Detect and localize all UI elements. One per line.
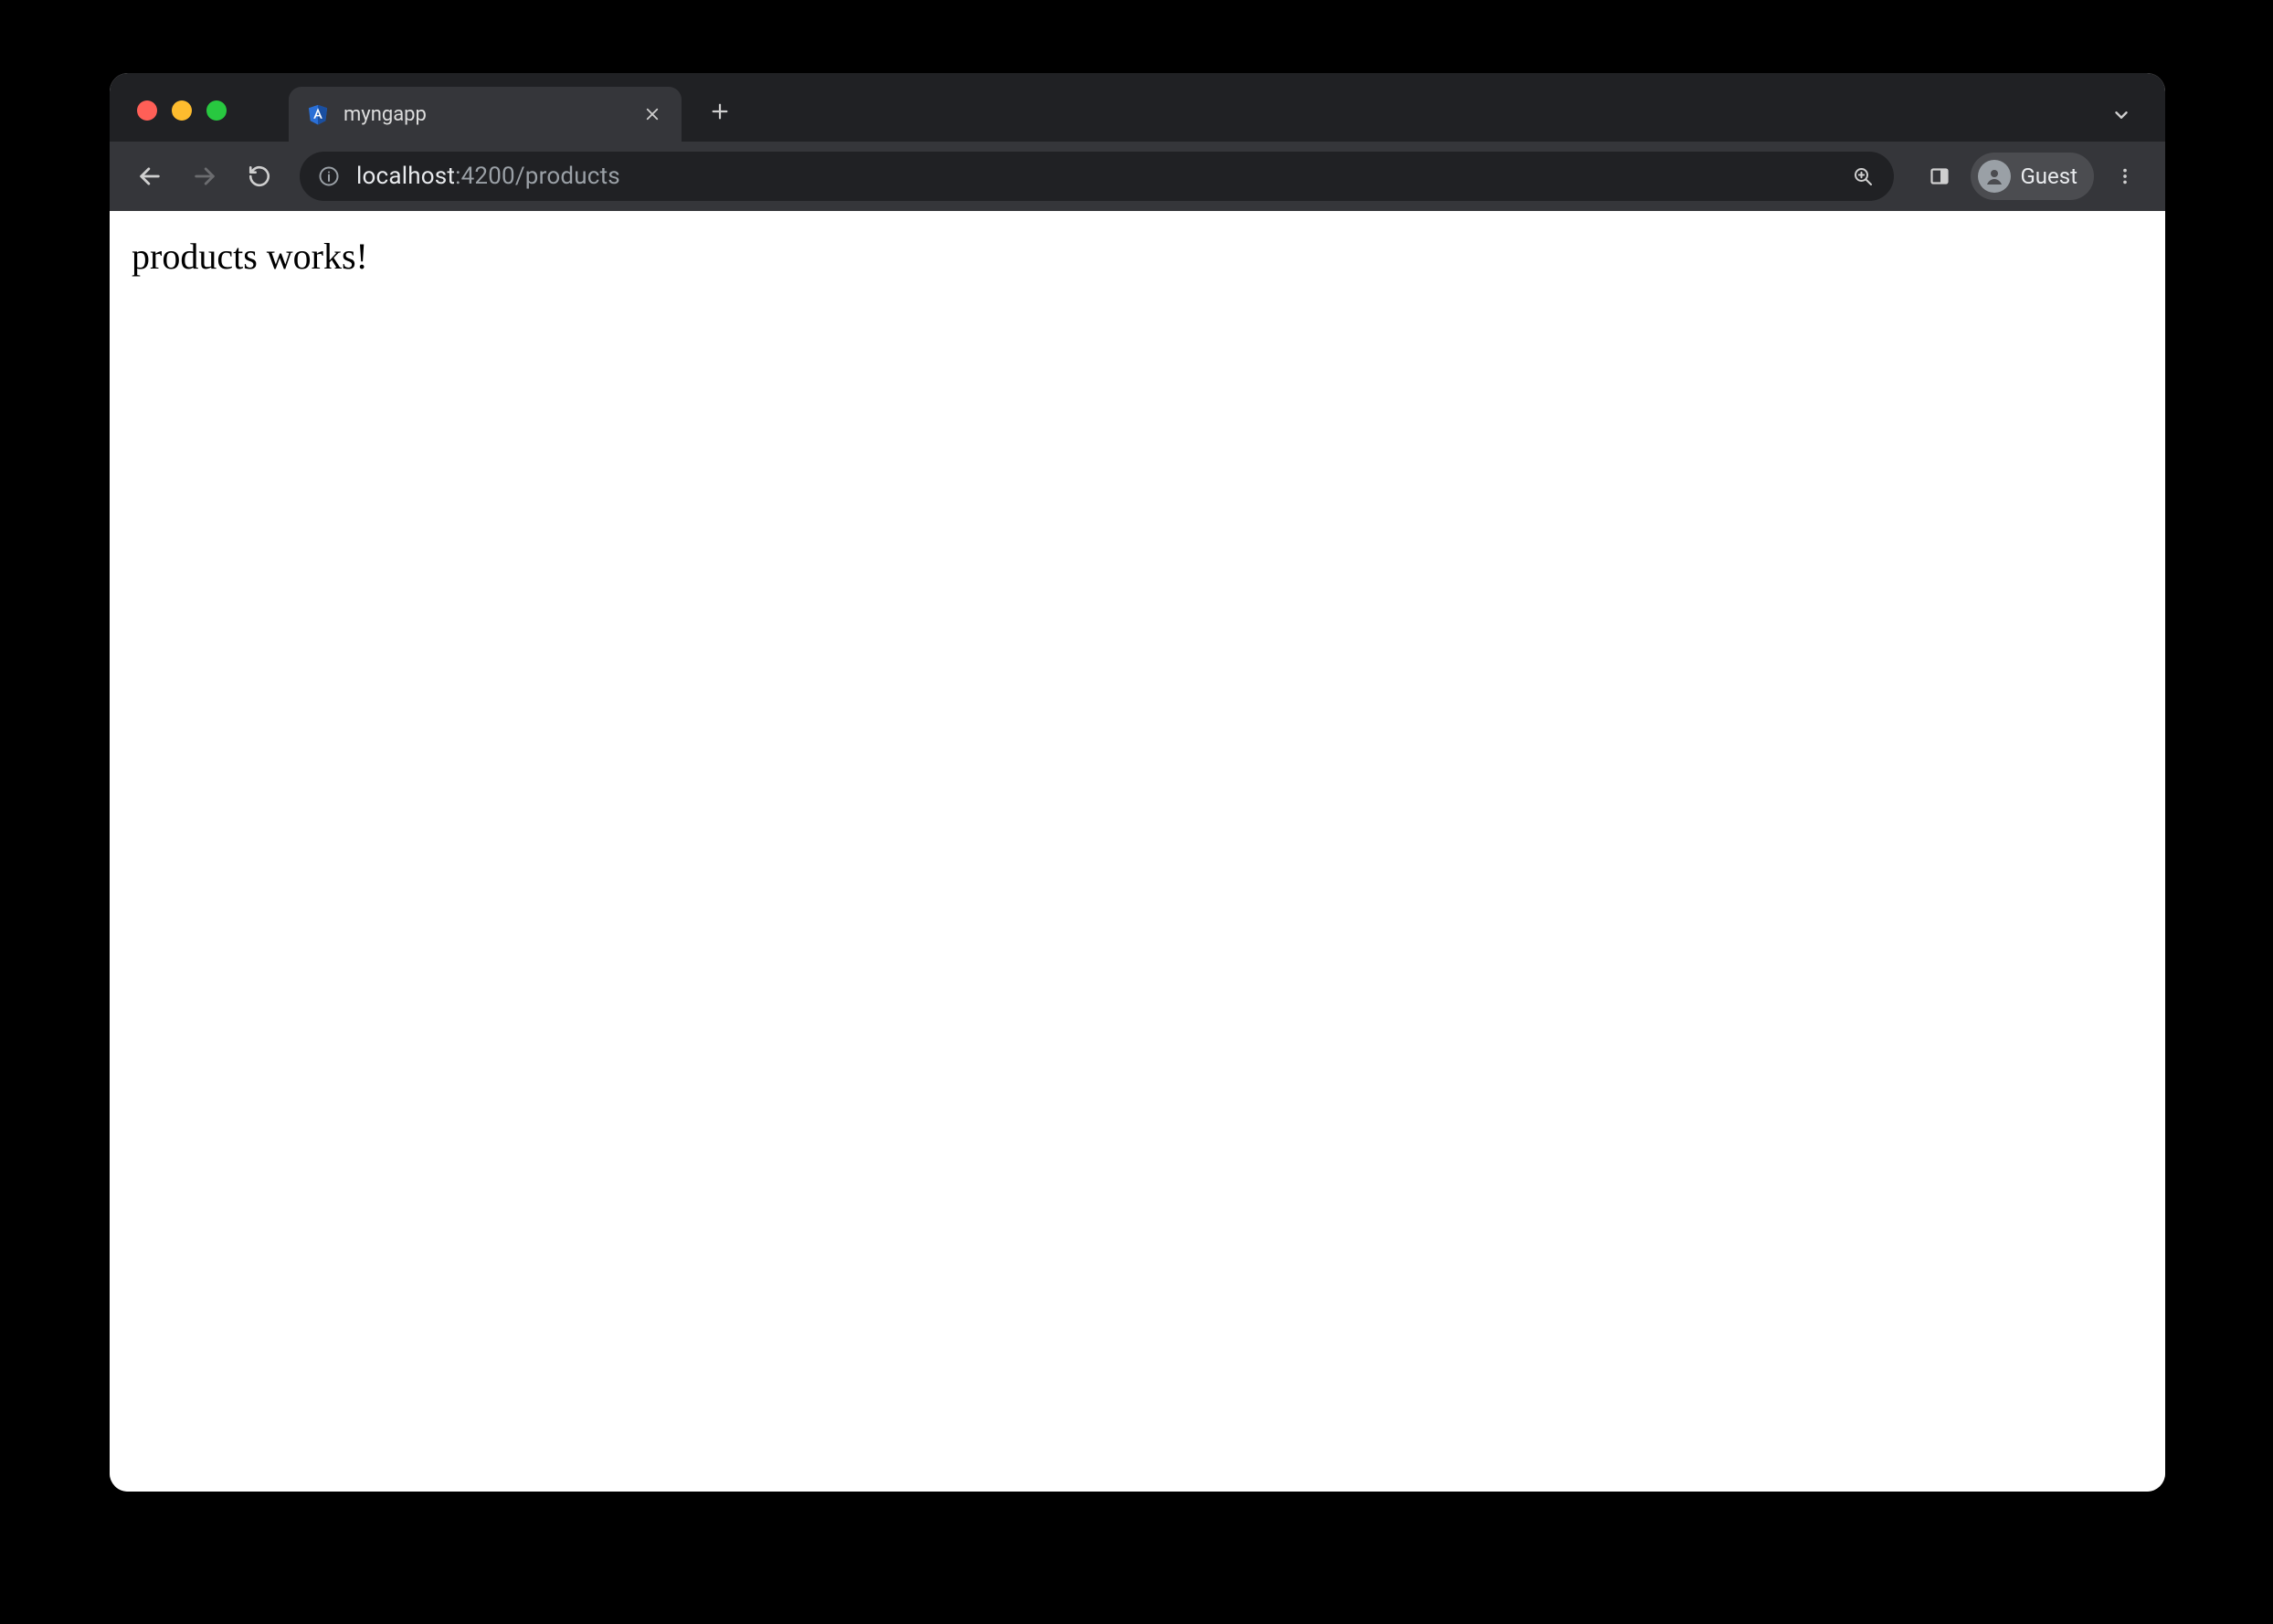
address-bar[interactable]: localhost:4200/products [300,152,1894,201]
angular-favicon-icon [305,101,331,127]
reload-button[interactable] [236,153,283,200]
back-button[interactable] [126,153,174,200]
tab-strip: myngapp [110,73,2165,142]
url-host: localhost [356,163,455,190]
new-tab-button[interactable] [698,90,742,133]
forward-button[interactable] [181,153,228,200]
window-minimize-button[interactable] [172,100,192,121]
side-panel-button[interactable] [1916,153,1963,200]
window-close-button[interactable] [137,100,157,121]
tabs: myngapp [289,87,742,142]
toolbar: localhost:4200/products Guest [110,142,2165,211]
tab-close-button[interactable] [640,101,665,127]
window-controls [137,100,227,121]
menu-button[interactable] [2101,153,2149,200]
toolbar-right: Guest [1916,153,2149,200]
profile-button[interactable]: Guest [1971,153,2094,200]
tab-title: myngapp [344,103,627,126]
url-path: :4200/products [455,163,620,190]
profile-label: Guest [2020,163,2077,189]
page-text: products works! [132,235,2143,278]
window-maximize-button[interactable] [206,100,227,121]
avatar-icon [1978,160,2011,193]
tab-active[interactable]: myngapp [289,87,682,142]
tab-search-button[interactable] [2099,93,2143,137]
zoom-icon[interactable] [1846,160,1879,193]
page-body: products works! [110,211,2165,301]
site-info-icon[interactable] [314,162,344,191]
browser-window: myngapp localhos [110,73,2165,1492]
url-text: localhost:4200/products [356,163,1834,190]
page-viewport[interactable]: products works! [110,211,2165,1492]
